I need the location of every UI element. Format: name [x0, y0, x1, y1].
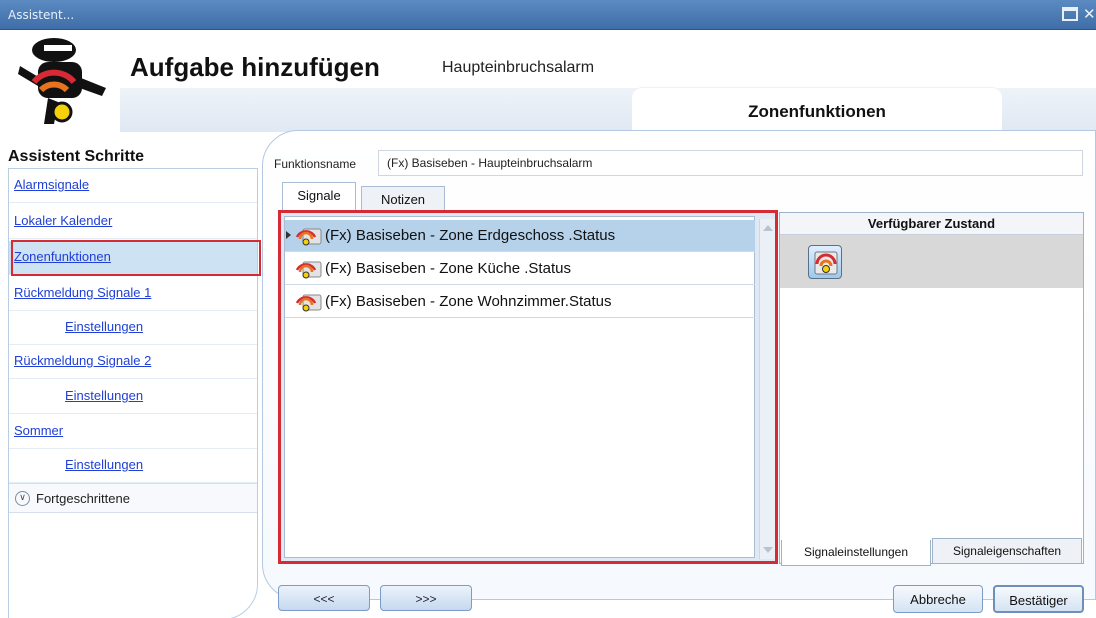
advanced-label: Fortgeschrittene	[36, 491, 130, 506]
confirm-button[interactable]: Bestätiger	[993, 585, 1084, 613]
sidebar-item-rueckmeldung-signale-1[interactable]: Rückmeldung Signale 1	[9, 277, 257, 311]
page-subtitle: Haupteinbruchsalarm	[442, 59, 595, 76]
window-title: Assistent...	[8, 8, 75, 22]
sidebar-item-label[interactable]: Einstellungen	[65, 388, 143, 403]
sidebar-item-label[interactable]: Rückmeldung Signale 2	[14, 353, 151, 368]
chevron-down-icon[interactable]: ∨	[15, 491, 30, 506]
signal-row-wohnzimmer[interactable]: (Fx) Basiseben - Zone Wohnzimmer.Status	[285, 286, 755, 318]
function-name-input[interactable]: (Fx) Basiseben - Haupteinbruchsalarm	[378, 150, 1083, 176]
signals-list-frame: (Fx) Basiseben - Zone Erdgeschoss .Statu…	[278, 210, 778, 564]
zone-alarm-icon	[814, 251, 838, 275]
sidebar-item-einstellungen-1[interactable]: Einstellungen	[9, 311, 257, 345]
signals-list: (Fx) Basiseben - Zone Erdgeschoss .Statu…	[284, 216, 755, 558]
signal-label: (Fx) Basiseben - Zone Küche .Status	[325, 260, 571, 277]
tab-label: Notizen	[380, 192, 426, 207]
tab-notizen[interactable]: Notizen	[361, 186, 445, 212]
sidebar: Alarmsignale Lokaler Kalender Zonenfunkt…	[8, 168, 258, 618]
sidebar-item-label[interactable]: Einstellungen	[65, 457, 143, 472]
signal-row-erdgeschoss[interactable]: (Fx) Basiseben - Zone Erdgeschoss .Statu…	[285, 220, 755, 252]
zone-alarm-icon	[295, 228, 322, 246]
sidebar-item-rueckmeldung-signale-2[interactable]: Rückmeldung Signale 2	[9, 345, 257, 379]
selection-highlight	[11, 240, 261, 276]
signal-label: (Fx) Basiseben - Zone Wohnzimmer.Status	[325, 293, 612, 310]
cancel-button[interactable]: Abbreche	[893, 585, 983, 613]
sidebar-item-alarmsignale[interactable]: Alarmsignale	[9, 169, 257, 203]
section-tab-label: Zonenfunktionen	[748, 102, 886, 121]
back-button[interactable]: <<<	[278, 585, 370, 611]
scroll-down-icon[interactable]	[763, 547, 773, 553]
sidebar-item-label[interactable]: Alarmsignale	[14, 177, 89, 192]
function-name-label: Funktionsname	[274, 157, 357, 171]
section-tab-zonenfunktionen: Zonenfunktionen	[632, 88, 1002, 132]
available-state-header: Verfügbarer Zustand	[780, 213, 1083, 235]
scroll-up-icon[interactable]	[763, 225, 773, 231]
sidebar-item-sommer[interactable]: Sommer	[9, 415, 257, 449]
sidebar-title: Assistent Schritte	[8, 148, 145, 165]
zone-alarm-icon	[295, 294, 322, 312]
tab-label: Signale	[297, 188, 341, 203]
sidebar-item-einstellungen-3[interactable]: Einstellungen	[9, 449, 257, 483]
sidebar-item-label[interactable]: Sommer	[14, 423, 63, 438]
signal-label: (Fx) Basiseben - Zone Erdgeschoss .Statu…	[325, 227, 616, 244]
next-button[interactable]: >>>	[380, 585, 472, 611]
tab-signaleigenschaften[interactable]: Signaleigenschaften	[932, 538, 1082, 564]
signals-scrollbar[interactable]	[759, 219, 775, 559]
burglar-alarm-logo-icon	[14, 36, 114, 130]
signal-row-kueche[interactable]: (Fx) Basiseben - Zone Küche .Status	[285, 253, 755, 285]
available-state-row	[780, 235, 1083, 288]
sidebar-item-label[interactable]: Einstellungen	[65, 319, 143, 334]
tab-signaleinstellungen[interactable]: Signaleinstellungen	[781, 540, 931, 566]
tab-signale[interactable]: Signale	[282, 182, 356, 210]
sidebar-item-label[interactable]: Lokaler Kalender	[14, 213, 112, 228]
close-icon[interactable]: ✕	[1083, 7, 1096, 22]
sidebar-item-einstellungen-2[interactable]: Einstellungen	[9, 380, 257, 414]
page-title: Aufgabe hinzufügen	[130, 52, 380, 82]
available-state-panel: Verfügbarer Zustand	[779, 212, 1084, 564]
zone-alarm-icon	[295, 261, 322, 279]
row-pointer-icon	[286, 231, 291, 239]
window-title-bar: Assistent... ✕	[0, 0, 1096, 30]
advanced-expander[interactable]: ∨ Fortgeschrittene	[9, 483, 257, 513]
sidebar-item-lokaler-kalender[interactable]: Lokaler Kalender	[9, 205, 257, 239]
sidebar-item-label[interactable]: Rückmeldung Signale 1	[14, 285, 151, 300]
maximize-icon[interactable]	[1062, 7, 1078, 21]
zone-state-button[interactable]	[808, 245, 842, 279]
